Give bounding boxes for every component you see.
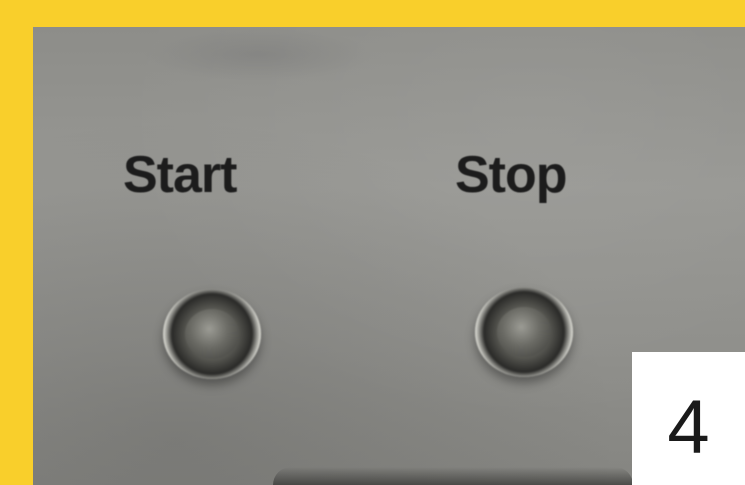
start-button-cap xyxy=(185,309,239,359)
start-label: Start xyxy=(123,146,237,204)
badge-number: 4 xyxy=(667,384,710,470)
panel-scuff xyxy=(143,27,373,82)
panel-bottom-shadow xyxy=(273,467,633,485)
image-number-badge: 4 xyxy=(632,352,745,485)
stop-button-cap xyxy=(497,307,551,357)
start-button[interactable] xyxy=(163,289,261,379)
stop-label: Stop xyxy=(455,146,568,204)
stop-button[interactable] xyxy=(475,287,573,377)
